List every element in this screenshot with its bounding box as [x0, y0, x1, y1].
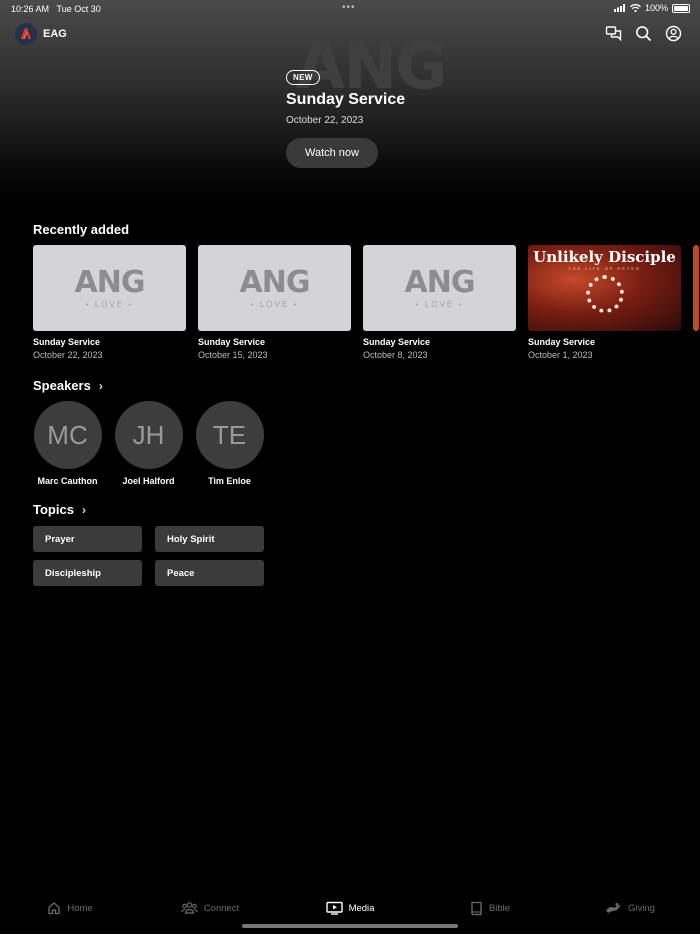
tab-home[interactable]: Home [0, 895, 140, 921]
tab-bible[interactable]: Bible [420, 895, 560, 921]
media-title: Sunday Service [33, 337, 101, 347]
speaker-item[interactable]: TE Tim Enloe [195, 401, 264, 486]
media-date: October 8, 2023 [363, 350, 428, 360]
media-title: Sunday Service [528, 337, 596, 347]
avatar: TE [195, 401, 264, 469]
media-title: Sunday Service [363, 337, 431, 347]
media-date: October 22, 2023 [33, 350, 103, 360]
media-date: October 1, 2023 [528, 350, 593, 360]
church-logo-icon [15, 23, 37, 45]
hero-date: October 22, 2023 [286, 115, 364, 126]
media-thumbnail [693, 245, 699, 331]
media-thumbnail: Unlikely Disciple THE LIFE OF PETER [528, 245, 681, 331]
brand[interactable]: EAG [15, 23, 67, 45]
chat-icon[interactable] [605, 25, 622, 42]
tv-play-icon [325, 901, 343, 915]
media-thumbnail: ANG • LOVE • [33, 245, 186, 331]
media-card[interactable]: ANG • LOVE • Sunday Service October 8, 2… [363, 245, 516, 360]
tab-giving[interactable]: Giving [560, 895, 700, 921]
people-icon [181, 902, 198, 914]
new-badge: NEW [286, 70, 320, 85]
status-bar: 10:26 AM Tue Oct 30 ••• 100% [0, 0, 700, 18]
watch-now-button[interactable]: Watch now [286, 138, 378, 168]
book-icon [471, 901, 482, 915]
account-icon[interactable] [665, 25, 682, 42]
giving-hand-icon [606, 903, 622, 913]
speaker-name: Tim Enloe [208, 476, 251, 486]
avatar: JH [114, 401, 183, 469]
status-date: Tue Oct 30 [56, 4, 101, 14]
topic-chip-discipleship[interactable]: Discipleship [33, 560, 142, 586]
hero-title: Sunday Service [286, 91, 406, 108]
multitasking-dots-icon[interactable]: ••• [342, 2, 356, 13]
speaker-name: Marc Cauthon [37, 476, 98, 486]
wifi-icon [630, 4, 641, 12]
battery-icon [672, 3, 690, 13]
chevron-right-icon[interactable]: › [82, 503, 86, 517]
media-thumbnail: ANG • LOVE • [198, 245, 351, 331]
media-card[interactable]: Unlikely Disciple THE LIFE OF PETER Sund… [528, 245, 681, 360]
chevron-right-icon[interactable]: › [99, 379, 103, 393]
home-indicator[interactable] [242, 924, 458, 928]
header-actions [605, 25, 682, 42]
topics-heading[interactable]: Topics › [33, 502, 86, 517]
media-card[interactable]: ANG • LOVE • Sunday Service October 22, … [33, 245, 186, 360]
brand-name: EAG [43, 28, 67, 40]
media-date: October 15, 2023 [198, 350, 268, 360]
topic-chip-peace[interactable]: Peace [155, 560, 264, 586]
speaker-item[interactable]: JH Joel Halford [114, 401, 183, 486]
tab-media[interactable]: Media [280, 895, 420, 921]
battery-percentage: 100% [644, 3, 668, 13]
media-card[interactable]: ANG • LOVE • Sunday Service October 15, … [198, 245, 351, 360]
media-card-partial[interactable] [693, 245, 699, 360]
recently-added-heading: Recently added [33, 222, 130, 237]
speakers-heading[interactable]: Speakers › [33, 378, 103, 393]
topic-chip-holy-spirit[interactable]: Holy Spirit [155, 526, 264, 552]
home-icon [48, 902, 60, 915]
avatar: MC [33, 401, 102, 469]
tab-bar: Home Connect Media Bible Giving [0, 895, 700, 921]
speakers-list: MC Marc Cauthon JH Joel Halford TE Tim E… [33, 401, 264, 486]
topic-chip-prayer[interactable]: Prayer [33, 526, 142, 552]
speaker-name: Joel Halford [122, 476, 175, 486]
topics-grid: Prayer Holy Spirit Discipleship Peace [33, 526, 264, 586]
search-icon[interactable] [635, 25, 652, 42]
tab-connect[interactable]: Connect [140, 895, 280, 921]
speaker-item[interactable]: MC Marc Cauthon [33, 401, 102, 486]
status-time: 10:26 AM [11, 4, 50, 14]
cellular-signal-icon [613, 4, 625, 12]
media-thumbnail: ANG • LOVE • [363, 245, 516, 331]
media-title: Sunday Service [198, 337, 266, 347]
sunburst-ring-icon [585, 274, 624, 313]
recently-added-carousel[interactable]: ANG • LOVE • Sunday Service October 22, … [33, 245, 699, 360]
